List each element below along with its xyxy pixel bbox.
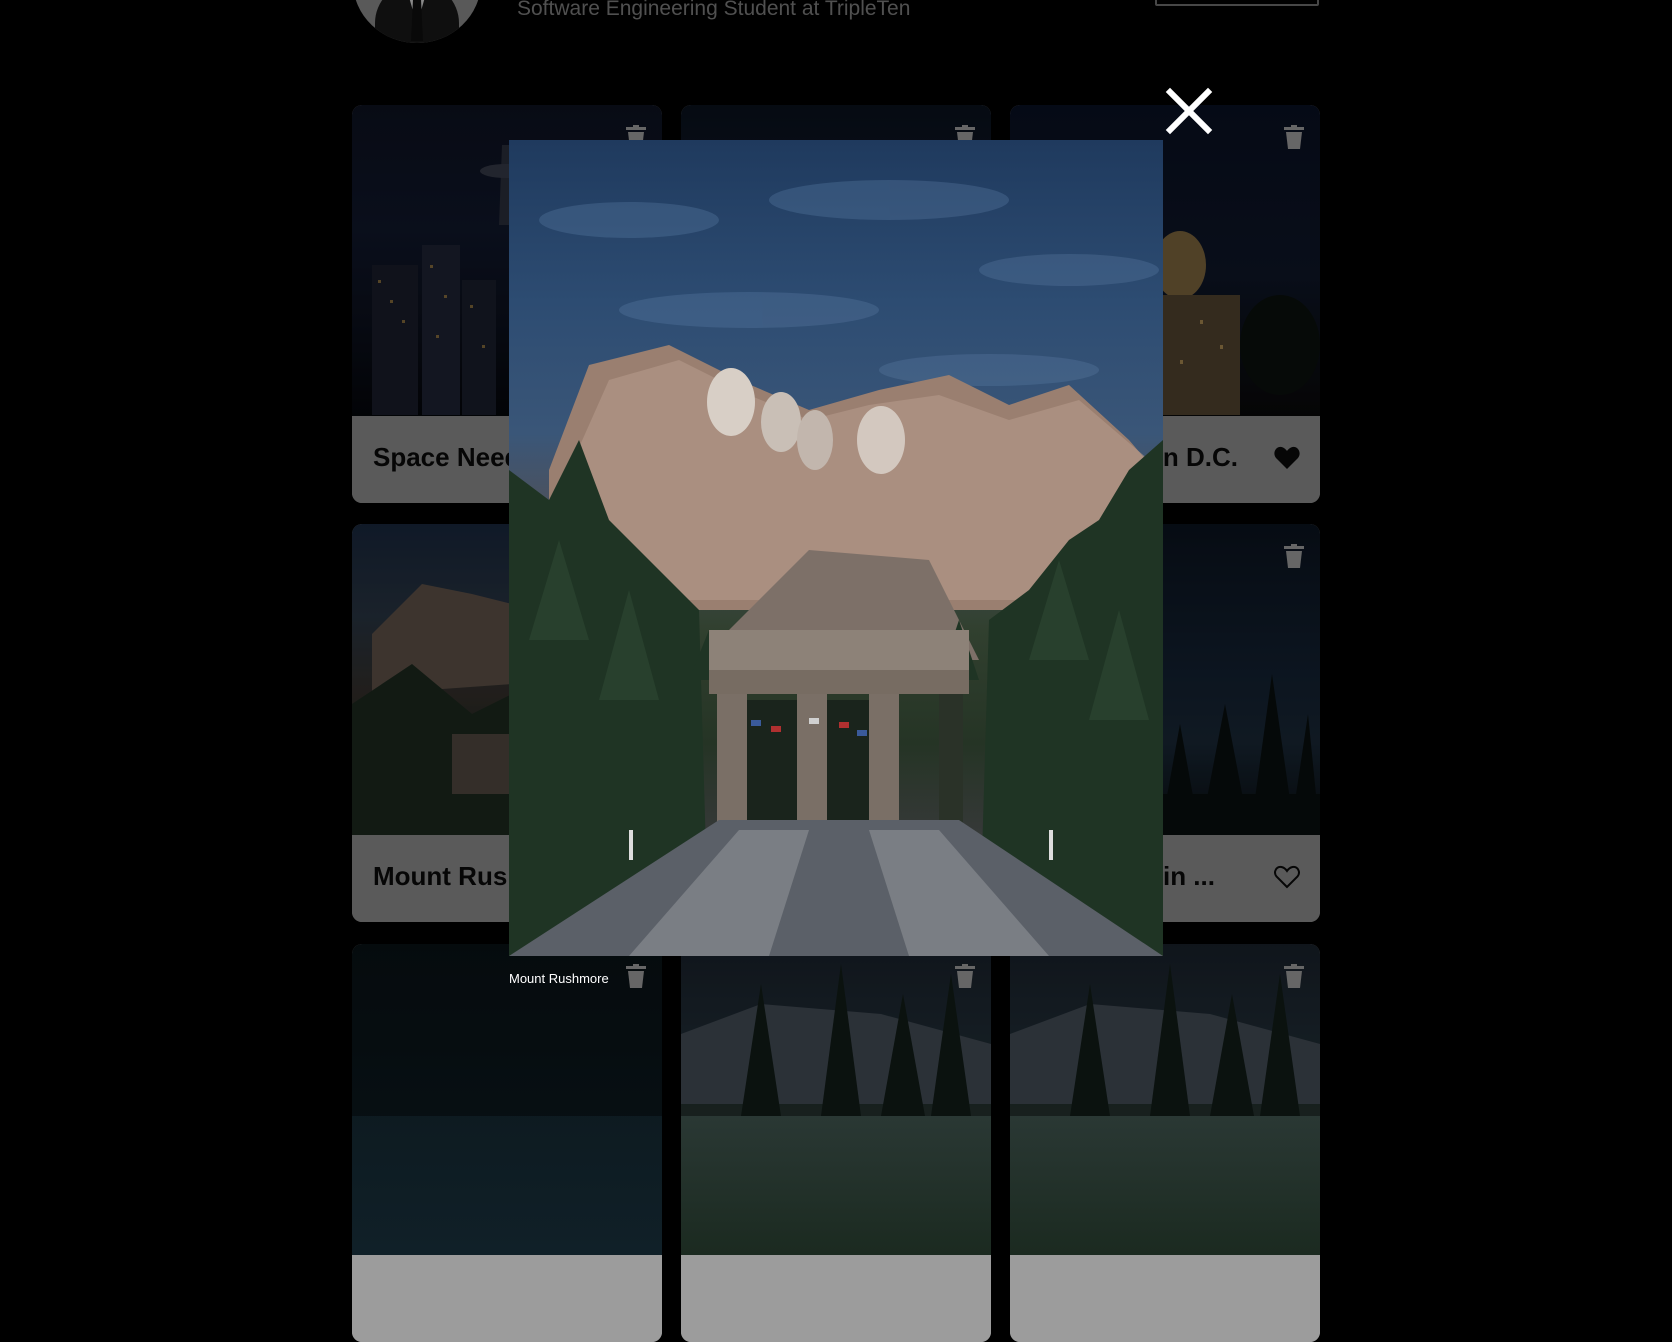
card-footer: [352, 1255, 662, 1342]
close-icon[interactable]: [1162, 84, 1216, 138]
card-footer: [1010, 1255, 1320, 1342]
card-footer: [681, 1255, 991, 1342]
modal-caption: Mount Rushmore: [509, 971, 609, 986]
modal-image: [509, 140, 1163, 956]
